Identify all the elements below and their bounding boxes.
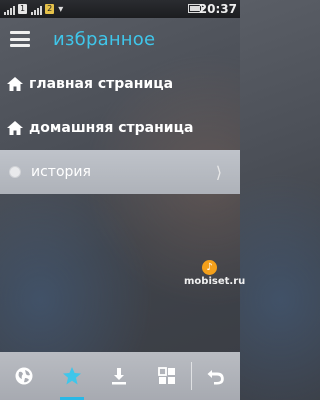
watermark-text: mobiset.ru xyxy=(184,276,246,287)
star-icon xyxy=(62,367,81,385)
list-item-main-page[interactable]: главная страница xyxy=(0,62,240,106)
list-item-history[interactable]: история ⟩ xyxy=(0,150,240,194)
watermark-logo-icon: ♪ xyxy=(202,260,217,275)
signal-icon xyxy=(4,3,16,15)
radio-icon xyxy=(9,166,21,178)
windows-button[interactable] xyxy=(143,352,191,400)
signal-icon xyxy=(31,3,43,15)
back-icon xyxy=(207,370,224,385)
watermark: ♪ mobiset.ru xyxy=(184,260,245,290)
sim1-badge: 1 xyxy=(18,4,28,14)
grid-icon xyxy=(158,367,176,384)
sim2-badge: 2 xyxy=(45,4,55,14)
bottom-toolbar xyxy=(0,352,240,400)
status-bar: 1 2 ▾ 20:37 xyxy=(0,0,240,18)
bookmark-list: главная страница домашняя страница истор… xyxy=(0,62,240,194)
list-item-label: домашняя страница xyxy=(29,120,194,136)
back-button[interactable] xyxy=(192,352,240,400)
home-icon xyxy=(7,121,23,135)
globe-icon xyxy=(15,367,33,385)
browser-button[interactable] xyxy=(0,352,48,400)
clock: 20:37 xyxy=(198,2,237,16)
favorites-button[interactable] xyxy=(48,352,96,400)
menu-icon[interactable] xyxy=(10,31,30,47)
list-item-label: главная страница xyxy=(29,76,174,92)
chevron-right-icon: ⟩ xyxy=(215,162,222,182)
network-icon: ▾ xyxy=(58,3,64,15)
page-title: избранное xyxy=(53,28,156,50)
home-icon xyxy=(7,77,23,91)
downloads-button[interactable] xyxy=(96,352,144,400)
download-icon xyxy=(112,368,127,385)
list-item-label: история xyxy=(31,164,91,180)
list-item-home-page[interactable]: домашняя страница xyxy=(0,106,240,150)
header: избранное xyxy=(0,18,240,60)
